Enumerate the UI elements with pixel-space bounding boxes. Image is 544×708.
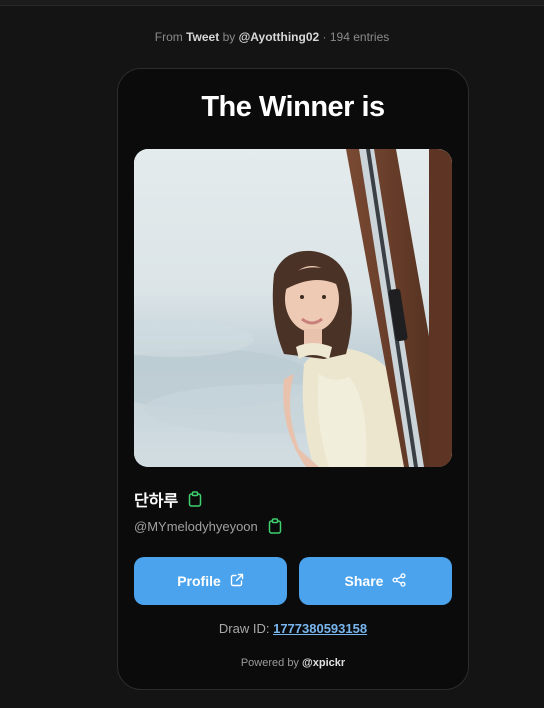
draw-id-link[interactable]: 1777380593158	[273, 621, 367, 636]
draw-id-line: Draw ID: 1777380593158	[118, 621, 468, 636]
powered-brand[interactable]: @xpickr	[302, 657, 345, 669]
source-author[interactable]: @Ayotthing02	[239, 30, 320, 44]
copy-handle-clipboard-icon[interactable]	[268, 518, 282, 534]
winner-name-row: 단하루	[134, 487, 202, 511]
share-button[interactable]: Share	[299, 557, 452, 605]
powered-prefix: Powered by	[240, 657, 299, 669]
source-type: Tweet	[186, 30, 220, 44]
source-line: From Tweet by @Ayotthing02 · 194 entries	[0, 30, 544, 44]
top-divider	[0, 0, 544, 6]
winner-handle: @MYmelodyhyeyoon	[134, 518, 258, 534]
copy-name-clipboard-icon[interactable]	[188, 491, 202, 507]
entries-count: 194 entries	[329, 30, 390, 44]
external-link-icon	[230, 573, 244, 590]
winner-card: The Winner is 단하루 @MYmelodyhyeyoon Profi…	[117, 68, 469, 690]
share-button-label: Share	[344, 573, 384, 589]
draw-id-label: Draw ID:	[218, 621, 270, 636]
source-separator: ·	[322, 30, 327, 44]
profile-button[interactable]: Profile	[134, 557, 287, 605]
source-by: by	[222, 30, 236, 44]
winner-name: 단하루	[134, 493, 179, 510]
winner-photo	[134, 149, 452, 467]
card-title: The Winner is	[201, 91, 385, 123]
profile-button-label: Profile	[177, 573, 221, 589]
source-prefix: From	[154, 30, 183, 44]
winner-handle-row: @MYmelodyhyeyoon	[134, 518, 282, 534]
powered-by-line: Powered by @xpickr	[118, 657, 468, 669]
share-nodes-icon	[392, 572, 407, 590]
